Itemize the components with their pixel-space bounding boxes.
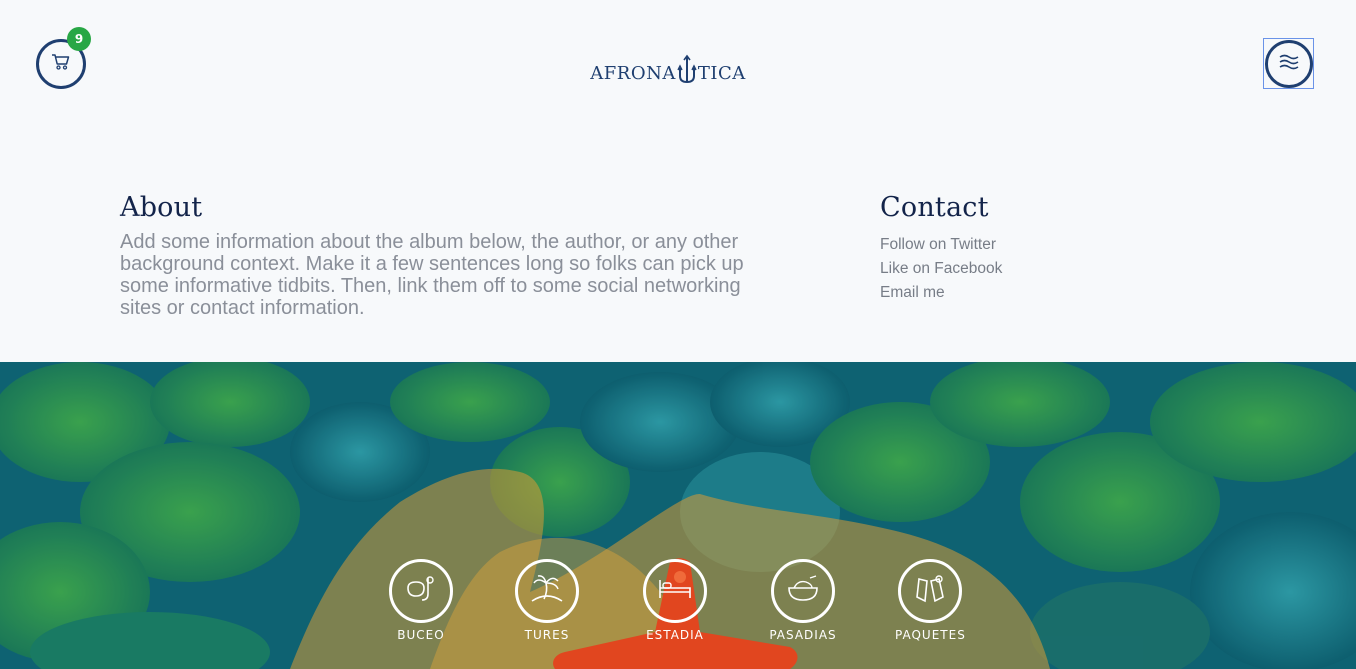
site-logo[interactable]: AFRONA TICA [590, 44, 745, 84]
about-section: About Add some information about the alb… [120, 192, 760, 319]
site-header: 9 AFRONA TICA [0, 0, 1356, 130]
category-estadia[interactable]: ESTADIA [640, 559, 710, 642]
contact-link-email[interactable]: Email me [880, 281, 1140, 305]
contact-link-twitter[interactable]: Follow on Twitter [880, 233, 1140, 257]
category-label: BUCEO [397, 628, 445, 642]
logo-text-part2: TICA [697, 63, 746, 84]
contact-links: Follow on Twitter Like on Facebook Email… [880, 233, 1140, 305]
waves-menu-icon [1278, 54, 1300, 74]
menu-button[interactable] [1265, 40, 1313, 88]
cart-icon [51, 53, 71, 75]
category-label: PAQUETES [895, 628, 966, 642]
snorkel-mask-icon [404, 574, 438, 608]
trident-icon [676, 54, 698, 84]
about-body: Add some information about the album bel… [120, 231, 744, 319]
category-pasadias[interactable]: PASADIAS [768, 559, 838, 642]
food-bowl-icon [786, 574, 820, 608]
about-heading: About [120, 192, 203, 223]
contact-heading: Contact [880, 192, 989, 223]
category-label: ESTADIA [646, 628, 704, 642]
contact-section: Contact Follow on Twitter Like on Facebo… [880, 192, 1140, 305]
category-label: TURES [524, 628, 570, 642]
category-paquetes[interactable]: PAQUETES [895, 559, 965, 642]
contact-link-facebook[interactable]: Like on Facebook [880, 257, 1140, 281]
category-buceo[interactable]: BUCEO [386, 559, 456, 642]
cart-count-badge: 9 [67, 27, 91, 51]
logo-text-part1: AFRONA [590, 63, 676, 84]
category-tures[interactable]: TURES [512, 559, 582, 642]
bed-icon [657, 576, 693, 606]
palm-island-icon [530, 573, 564, 609]
flippers-icon [913, 573, 947, 609]
category-label: PASADIAS [769, 628, 837, 642]
hero-banner: BUCEO TURES ESTADIA PASADIAS PAQUETES [0, 362, 1356, 669]
